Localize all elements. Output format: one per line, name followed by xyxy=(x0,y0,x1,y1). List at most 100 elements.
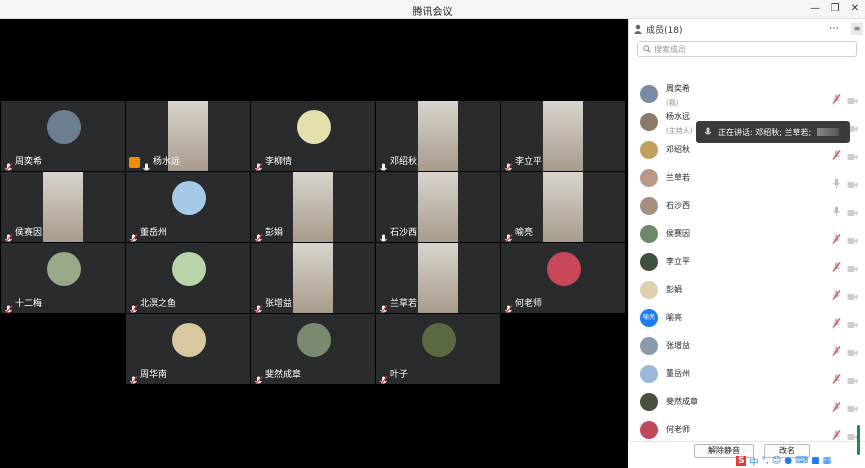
camera-icon[interactable] xyxy=(847,286,858,300)
video-tile[interactable]: 周华南 xyxy=(126,314,250,384)
participant-name-tag: 叶子 xyxy=(379,369,408,384)
participant-name-tag: 彭娟 xyxy=(254,227,283,242)
participant-avatar xyxy=(297,110,331,144)
toolbox-icon[interactable]: ▦ xyxy=(823,456,832,466)
participant-avatar xyxy=(47,252,81,286)
video-tile[interactable]: 李柳情 xyxy=(251,101,375,171)
ime-mode[interactable]: 中 xyxy=(749,455,758,468)
mic-icon[interactable] xyxy=(832,173,841,188)
member-avatar xyxy=(640,365,658,383)
mic-muted-icon[interactable] xyxy=(832,369,841,384)
video-tile[interactable]: 杨水远 xyxy=(126,101,250,171)
member-count-title: 成员(18) xyxy=(646,25,683,36)
participant-avatar xyxy=(172,252,206,286)
member-row[interactable]: 周奕希 (我) xyxy=(629,81,865,109)
mic-muted-icon[interactable] xyxy=(832,341,841,356)
participant-video xyxy=(293,243,333,313)
camera-icon[interactable] xyxy=(847,174,858,188)
video-tile[interactable]: 十二梅 xyxy=(1,243,125,313)
video-tile[interactable]: 张增益 xyxy=(251,243,375,313)
more-options-icon[interactable]: ⋯ xyxy=(829,23,839,34)
member-row[interactable]: 斐然成章 xyxy=(629,389,865,417)
member-avatar xyxy=(640,281,658,299)
mic-muted-icon xyxy=(254,229,263,242)
member-row[interactable]: 董岳州 xyxy=(629,361,865,389)
title-bar: 腾讯会议 — ❐ ✕ xyxy=(0,0,865,19)
host-icon xyxy=(129,157,140,168)
keyboard-icon[interactable]: ⌨ xyxy=(795,456,808,466)
punctuation-icon[interactable]: °, xyxy=(762,456,769,466)
video-tile[interactable]: 喻亮 xyxy=(501,172,625,242)
video-tile[interactable]: 石沙西 xyxy=(376,172,500,242)
mic-muted-icon[interactable] xyxy=(832,229,841,244)
participant-avatar xyxy=(172,181,206,215)
member-name: 董岳州 xyxy=(666,369,690,378)
member-row[interactable]: 石沙西 xyxy=(629,193,865,221)
mic-muted-icon[interactable] xyxy=(832,425,841,440)
camera-icon[interactable] xyxy=(847,146,858,160)
camera-icon[interactable] xyxy=(847,370,858,384)
mic-muted-icon[interactable] xyxy=(832,313,841,328)
mic-muted-icon xyxy=(129,371,138,384)
restore-icon[interactable]: ❐ xyxy=(826,1,844,17)
sogou-icon[interactable]: S xyxy=(736,456,747,466)
close-icon[interactable]: ✕ xyxy=(846,1,864,17)
scrollbar[interactable] xyxy=(857,425,860,455)
member-name: 斐然成章 xyxy=(666,397,698,406)
emoji-icon[interactable]: ☺ xyxy=(772,456,781,466)
member-row[interactable]: 张增益 xyxy=(629,333,865,361)
participant-name: 侯赛因 xyxy=(15,228,43,238)
member-row[interactable]: 侯赛因 xyxy=(629,221,865,249)
camera-icon[interactable] xyxy=(847,342,858,356)
participant-name-tag: 斐然成章 xyxy=(254,369,301,384)
participant-name-tag: 董岳州 xyxy=(129,227,167,242)
skin-icon[interactable]: ■ xyxy=(811,456,820,466)
mic-icon[interactable] xyxy=(832,201,841,216)
camera-icon[interactable] xyxy=(847,398,858,412)
ime-toolbar: S 中 °, ☺ ● ⌨ ■ ▦ xyxy=(736,455,832,468)
participant-name: 北溟之鱼 xyxy=(140,299,177,309)
participant-video xyxy=(543,101,583,171)
member-avatar xyxy=(640,169,658,187)
search-input[interactable]: 搜索成员 xyxy=(637,41,857,57)
participant-name: 张增益 xyxy=(265,299,293,309)
video-tile[interactable]: 北溟之鱼 xyxy=(126,243,250,313)
camera-icon[interactable] xyxy=(847,258,858,272)
video-tile[interactable]: 兰草若 xyxy=(376,243,500,313)
member-row[interactable]: 兰草若 xyxy=(629,165,865,193)
video-tile[interactable]: 周奕希 xyxy=(1,101,125,171)
video-tile[interactable]: 侯赛因 xyxy=(1,172,125,242)
video-tile[interactable]: 叶子 xyxy=(376,314,500,384)
member-row[interactable]: 李立平 xyxy=(629,249,865,277)
mic-muted-icon[interactable] xyxy=(832,89,841,104)
member-avatar xyxy=(640,113,658,131)
video-tile[interactable]: 李立平 xyxy=(501,101,625,171)
video-tile[interactable]: 彭娟 xyxy=(251,172,375,242)
camera-icon[interactable] xyxy=(847,230,858,244)
mic-muted-icon[interactable] xyxy=(832,257,841,272)
participant-name: 李柳情 xyxy=(265,157,293,167)
voice-icon[interactable]: ● xyxy=(784,456,792,466)
mic-muted-icon[interactable] xyxy=(832,285,841,300)
mic-muted-icon[interactable] xyxy=(832,145,841,160)
member-avatar xyxy=(640,393,658,411)
mic-muted-icon[interactable] xyxy=(832,397,841,412)
speaking-tooltip: 正在讲话: 邓绍秋; 兰草若; xyxy=(696,121,850,143)
search-icon xyxy=(643,45,651,53)
member-row[interactable]: 彭娟 xyxy=(629,277,865,305)
video-tile[interactable]: 邓绍秋 xyxy=(376,101,500,171)
camera-icon[interactable] xyxy=(847,314,858,328)
participant-video xyxy=(418,172,458,242)
video-grid: 周奕希 杨水远 李柳情 邓绍秋 李立平侯赛因 董岳州 彭娟 石沙西 喻亮十二梅 北溟之鱼 张增益 兰草… xyxy=(0,19,628,468)
mic-muted-icon xyxy=(4,300,13,313)
camera-icon[interactable] xyxy=(847,90,858,104)
member-row[interactable]: 喻亮 喻亮 xyxy=(629,305,865,333)
video-tile[interactable]: 斐然成章 xyxy=(251,314,375,384)
camera-icon[interactable] xyxy=(847,202,858,216)
panel-menu-icon[interactable]: ≡ xyxy=(851,22,863,35)
video-tile[interactable]: 何老师 xyxy=(501,243,625,313)
minimize-icon[interactable]: — xyxy=(806,1,824,17)
participant-name-tag: 杨水远 xyxy=(129,156,180,171)
member-name: 石沙西 xyxy=(666,201,690,210)
video-tile[interactable]: 董岳州 xyxy=(126,172,250,242)
